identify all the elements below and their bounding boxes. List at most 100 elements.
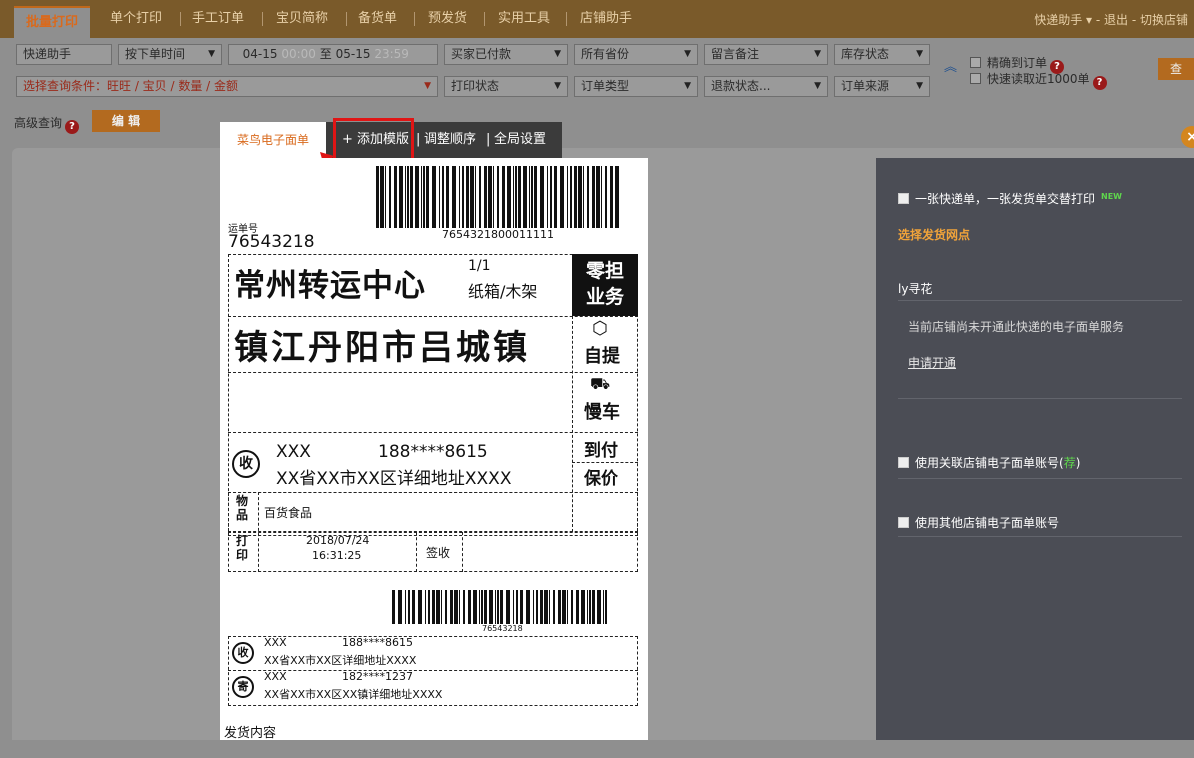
barcode-bar bbox=[576, 590, 579, 624]
time-type-select[interactable]: 按下单时间 ▼ bbox=[118, 44, 222, 65]
user-menu[interactable]: 快递助手 ▾ - 退出 - 切换店铺 bbox=[1034, 11, 1188, 28]
close-icon[interactable]: × bbox=[1181, 126, 1194, 148]
barcode-bar bbox=[484, 590, 487, 624]
chevron-down-icon: ▼ bbox=[916, 81, 923, 91]
barcode-bar bbox=[500, 590, 503, 624]
tab-stock-list[interactable]: 备货单 bbox=[358, 10, 397, 28]
service-badge: 零担业务 bbox=[572, 254, 638, 316]
toolbar-divider: | bbox=[486, 132, 491, 147]
barcode-bar bbox=[428, 590, 430, 624]
tab-tools[interactable]: 实用工具 bbox=[498, 10, 550, 28]
tab-manual-order[interactable]: 手工订单 bbox=[192, 10, 244, 28]
query-condition-label: 选择查询条件：旺旺 / 宝贝 / 数量 / 金额 bbox=[23, 79, 239, 93]
stock-select[interactable]: 库存状态 ▼ bbox=[834, 44, 930, 65]
chevron-down-icon: ▼ bbox=[814, 49, 821, 59]
global-settings-button[interactable]: 全局设置 bbox=[494, 122, 546, 158]
barcode bbox=[376, 166, 622, 228]
barcode-bar bbox=[581, 590, 585, 624]
barcode-bar bbox=[578, 166, 582, 228]
barcode-bar bbox=[567, 590, 568, 624]
use-other-account-checkbox[interactable]: 使用其他店铺电子面单账号 bbox=[898, 514, 1059, 531]
fast-1000-checkbox[interactable]: 快速读取近1000单? bbox=[970, 70, 1107, 90]
tab-pre-ship[interactable]: 预发货 bbox=[428, 10, 467, 28]
barcode-bar bbox=[592, 590, 595, 624]
barcode-bar bbox=[481, 590, 483, 624]
cod-label: 到付 bbox=[584, 441, 618, 461]
receiver-phone: 188****8615 bbox=[342, 636, 413, 649]
refund-select[interactable]: 退款状态... ▼ bbox=[704, 76, 828, 97]
remark-select[interactable]: 留言备注 ▼ bbox=[704, 44, 828, 65]
barcode-bar bbox=[589, 590, 591, 624]
advanced-query: 高级查询? bbox=[14, 114, 80, 134]
order-source-select[interactable]: 订单来源 ▼ bbox=[834, 76, 930, 97]
destination: 镇江丹阳市吕城镇 bbox=[234, 328, 530, 368]
buyer-status-label: 买家已付款 bbox=[451, 47, 512, 61]
reorder-button[interactable]: 调整顺序 bbox=[424, 122, 476, 158]
receiver-icon: 收 bbox=[232, 450, 260, 478]
barcode-bar bbox=[421, 166, 422, 228]
province-select[interactable]: 所有省份 ▼ bbox=[574, 44, 698, 65]
barcode bbox=[392, 590, 608, 624]
date-from: 04-15 bbox=[242, 47, 278, 61]
barcode-bar bbox=[479, 166, 481, 228]
barcode-bar bbox=[452, 166, 456, 228]
query-button[interactable]: 查 bbox=[1158, 58, 1194, 80]
divider bbox=[414, 12, 415, 26]
order-source-label: 订单来源 bbox=[841, 79, 890, 93]
date-range-input[interactable]: 04-15 00:00 至 05-15 23:59 bbox=[228, 44, 438, 65]
barcode-bar bbox=[389, 166, 391, 228]
barcode-bar bbox=[526, 590, 530, 624]
barcode-bar bbox=[385, 166, 386, 228]
barcode-bar bbox=[495, 590, 496, 624]
date-to: 05-15 bbox=[335, 47, 371, 61]
query-condition-select[interactable]: 选择查询条件：旺旺 / 宝贝 / 数量 / 金额 ▼ bbox=[16, 76, 438, 97]
barcode-bar bbox=[597, 590, 601, 624]
apply-link[interactable]: 申请开通 bbox=[908, 354, 956, 371]
tab-single-print[interactable]: 单个打印 bbox=[110, 10, 162, 28]
date-sep: 至 bbox=[319, 47, 332, 61]
print-status-label: 打印状态 bbox=[451, 79, 500, 93]
barcode-bar bbox=[513, 590, 514, 624]
print-date: 2018/07/24 bbox=[306, 534, 370, 547]
barcode-bar bbox=[463, 590, 465, 624]
barcode-bar bbox=[571, 590, 573, 624]
help-icon[interactable]: ? bbox=[1092, 76, 1107, 90]
collapse-icon[interactable]: ︽ bbox=[944, 56, 957, 75]
barcode-bar bbox=[603, 590, 604, 624]
barcode-bar bbox=[468, 590, 471, 624]
barcode-bar bbox=[475, 166, 476, 228]
order-type-select[interactable]: 订单类型 ▼ bbox=[574, 76, 698, 97]
buyer-status-select[interactable]: 买家已付款 ▼ bbox=[444, 44, 568, 65]
barcode-bar bbox=[394, 166, 397, 228]
fast-1000-label: 快速读取近1000单 bbox=[987, 72, 1090, 86]
alt-print-label: 一张快递单，一张发货单交替打印 bbox=[915, 192, 1096, 206]
barcode-bar bbox=[533, 590, 534, 624]
barcode-bar bbox=[425, 590, 426, 624]
barcode-bar bbox=[445, 590, 447, 624]
edit-button[interactable]: 编 辑 bbox=[92, 110, 160, 132]
tab-shop-helper[interactable]: 店铺助手 bbox=[580, 10, 632, 28]
barcode-bar bbox=[558, 590, 561, 624]
shop-select[interactable]: 快递助手 bbox=[16, 44, 112, 65]
tab-batch-print[interactable]: 批量打印 bbox=[14, 6, 91, 38]
barcode-bar bbox=[605, 166, 607, 228]
barcode-bar bbox=[380, 166, 384, 228]
use-other-label: 使用其他店铺电子面单账号 bbox=[915, 516, 1060, 530]
choose-outlet-link[interactable]: 选择发货网点 bbox=[898, 226, 970, 243]
tab-item-shortname[interactable]: 宝贝简称 bbox=[276, 10, 328, 28]
chevron-down-icon: ▼ bbox=[684, 81, 691, 91]
barcode-bar bbox=[410, 166, 413, 228]
chevron-down-icon: ▼ bbox=[814, 81, 821, 91]
barcode-bar bbox=[488, 166, 492, 228]
print-status-select[interactable]: 打印状态 ▼ bbox=[444, 76, 568, 97]
barcode-bar bbox=[454, 590, 458, 624]
barcode-bar bbox=[506, 590, 510, 624]
receiver-address: XX省XX市XX区详细地址XXXX bbox=[276, 469, 512, 489]
help-icon[interactable]: ? bbox=[65, 120, 80, 134]
use-linked-account-checkbox[interactable]: 使用关联店铺电子面单账号(荐) bbox=[898, 454, 1080, 471]
package-type: 纸箱/木架 bbox=[468, 282, 538, 301]
alt-print-checkbox[interactable]: 一张快递单，一张发货单交替打印 NEW bbox=[898, 190, 1122, 207]
barcode-bar bbox=[418, 590, 422, 624]
barcode-bar bbox=[462, 166, 464, 228]
sender-address: XX省XX市XX区XX镇详细地址XXXX bbox=[264, 688, 443, 701]
